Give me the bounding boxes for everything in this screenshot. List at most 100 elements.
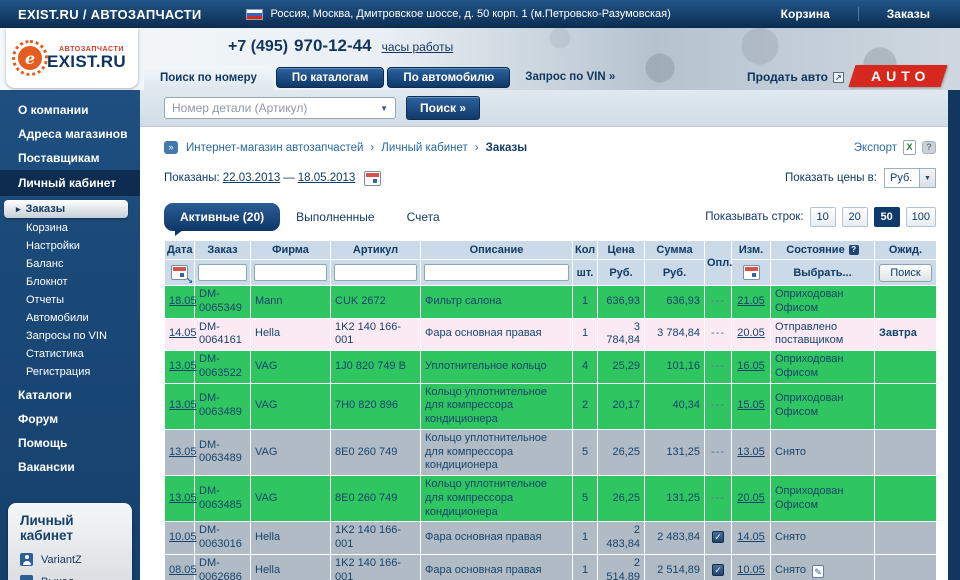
- cell-price: 636,93: [597, 285, 645, 319]
- firm-filter-input[interactable]: [254, 264, 327, 281]
- sidebar-sub-item[interactable]: Регистрация: [0, 363, 140, 381]
- col-desc[interactable]: Описание: [420, 240, 573, 260]
- col-price[interactable]: Цена: [597, 240, 645, 260]
- paid-checkbox[interactable]: ✓: [712, 531, 724, 544]
- sidebar-sub-item[interactable]: Баланс: [0, 255, 140, 273]
- paid-checkbox[interactable]: ✓: [712, 563, 724, 576]
- sidebar-sub-item[interactable]: Корзина: [0, 219, 140, 237]
- order-date-link[interactable]: 13.05: [169, 446, 197, 458]
- col-date[interactable]: Дата: [164, 240, 195, 260]
- export-link[interactable]: Экспорт: [854, 142, 897, 154]
- nav-tab-dark[interactable]: По каталогам: [275, 67, 385, 88]
- article-filter-input[interactable]: [334, 264, 417, 281]
- sidebar-sub-item[interactable]: Блокнот: [0, 273, 140, 291]
- edit-note-icon[interactable]: ✎: [812, 564, 825, 578]
- currency-select[interactable]: Руб. ▼: [884, 168, 936, 188]
- cell-changed: 13.05: [731, 428, 771, 477]
- changed-date-link[interactable]: 14.05: [737, 531, 765, 543]
- changed-filter-calendar-icon[interactable]: [742, 265, 760, 280]
- date-from-link[interactable]: 22.03.2013: [223, 172, 281, 184]
- changed-date-link[interactable]: 21.05: [737, 295, 765, 307]
- date-to-link[interactable]: 18.05.2013: [298, 172, 356, 184]
- orders-link[interactable]: Заказы: [887, 7, 930, 21]
- article-filter-cell: [330, 259, 421, 286]
- sell-auto-link[interactable]: Продать авто: [747, 70, 844, 84]
- sidebar-item[interactable]: Личный кабинет: [0, 170, 140, 196]
- sidebar-sub-item[interactable]: Заказы: [4, 200, 128, 218]
- breadcrumb-item[interactable]: Личный кабинет: [381, 142, 468, 154]
- site-brand[interactable]: EXIST.RU / АВТОЗАПЧАСТИ: [18, 7, 202, 22]
- order-date-link[interactable]: 08.05: [169, 564, 197, 576]
- col-paid[interactable]: Опл.: [704, 240, 732, 286]
- changed-date-link[interactable]: 10.05: [737, 564, 765, 576]
- desc-filter-input[interactable]: [424, 264, 569, 281]
- order-date-link[interactable]: 10.05: [169, 531, 197, 543]
- orders-tab[interactable]: Счета: [391, 203, 456, 231]
- rows-option-100[interactable]: 100: [905, 207, 936, 227]
- breadcrumb-item[interactable]: Интернет-магазин автозапчастей: [186, 142, 363, 154]
- sidebar-item[interactable]: Помощь: [0, 431, 140, 455]
- col-sum[interactable]: Сумма: [644, 240, 705, 260]
- excel-export-icon[interactable]: X: [903, 140, 916, 155]
- rows-option-50[interactable]: 50: [873, 207, 900, 227]
- col-qty[interactable]: Кол: [572, 240, 598, 260]
- changed-date-link[interactable]: 16.05: [737, 360, 765, 372]
- breadcrumb-separator: ›: [474, 141, 479, 154]
- sidebar-item[interactable]: Адреса магазинов: [0, 122, 140, 146]
- logout-button[interactable]: ← Выход: [20, 575, 120, 580]
- account-user[interactable]: VariantZ: [20, 553, 120, 566]
- sidebar-sub-item[interactable]: Отчеты: [0, 291, 140, 309]
- cell-date: 13.05: [164, 428, 197, 477]
- calendar-icon[interactable]: [364, 170, 382, 186]
- search-button[interactable]: Поиск »: [406, 96, 481, 120]
- export-help-icon[interactable]: ?: [922, 141, 936, 154]
- col-status[interactable]: Состояние?: [770, 240, 875, 260]
- changed-date-link[interactable]: 20.05: [737, 327, 765, 339]
- working-hours-link[interactable]: часы работы: [382, 40, 454, 54]
- status-help-icon[interactable]: ?: [848, 245, 859, 255]
- rows-option-20[interactable]: 20: [841, 207, 868, 227]
- nav-tab-link[interactable]: Запрос по VIN »: [513, 66, 627, 87]
- order-date-link[interactable]: 13.05: [169, 399, 197, 411]
- sell-auto-label: Продать авто: [747, 70, 828, 84]
- sidebar-item[interactable]: Поставщикам: [0, 146, 140, 170]
- rows-option-10[interactable]: 10: [809, 207, 836, 227]
- col-firm[interactable]: Фирма: [250, 240, 331, 260]
- order-date-link[interactable]: 18.05: [169, 295, 197, 307]
- status-select[interactable]: Выбрать...: [770, 259, 875, 286]
- order-row: 13.05 DM-0063489 VAG 8E0 260 749 Кольцо упло…: [164, 428, 937, 477]
- auto-badge[interactable]: AUTO: [848, 65, 948, 87]
- order-filter-input[interactable]: [198, 264, 247, 281]
- nav-tab-dark[interactable]: По автомобилю: [387, 67, 511, 88]
- sidebar-item[interactable]: О компании: [0, 98, 140, 122]
- sidebar-item[interactable]: Форум: [0, 407, 140, 431]
- sidebar-sub-item[interactable]: Настройки: [0, 237, 140, 255]
- order-date-link[interactable]: 13.05: [169, 492, 197, 504]
- logo[interactable]: e автозапчасти EXIST.RU: [6, 28, 138, 88]
- col-changed[interactable]: Изм.: [731, 240, 771, 260]
- sidebar-sub-item[interactable]: Запросы по VIN: [0, 327, 140, 345]
- cell-date: 10.05: [164, 521, 197, 555]
- date-dash: —: [283, 172, 295, 184]
- col-order[interactable]: Заказ: [194, 240, 251, 260]
- changed-date-link[interactable]: 13.05: [737, 446, 765, 458]
- sidebar-item[interactable]: Каталоги: [0, 383, 140, 407]
- sidebar-sub-item[interactable]: Статистика: [0, 345, 140, 363]
- order-date-link[interactable]: 14.05: [169, 327, 197, 339]
- cell-wait: [874, 474, 937, 523]
- order-date-link[interactable]: 13.05: [169, 360, 197, 372]
- nav-tab-active[interactable]: Поиск по номеру: [144, 66, 273, 90]
- orders-tab[interactable]: Выполненные: [280, 203, 390, 231]
- part-number-input[interactable]: Номер детали (Артикул) ▼: [164, 97, 396, 119]
- orders-tab[interactable]: Активные (20): [164, 203, 281, 236]
- sidebar-sub-item[interactable]: Автомобили: [0, 309, 140, 327]
- col-article[interactable]: Артикул: [330, 240, 421, 260]
- top-links-divider: [857, 7, 859, 21]
- changed-date-link[interactable]: 15.05: [737, 399, 765, 411]
- changed-date-link[interactable]: 20.05: [737, 492, 765, 504]
- chevron-down-icon[interactable]: ▼: [380, 104, 388, 113]
- col-wait[interactable]: Ожид.: [874, 240, 937, 260]
- sidebar-item[interactable]: Вакансии: [0, 455, 140, 479]
- table-search-button[interactable]: Поиск: [879, 263, 932, 282]
- cart-link[interactable]: Корзина: [781, 7, 830, 21]
